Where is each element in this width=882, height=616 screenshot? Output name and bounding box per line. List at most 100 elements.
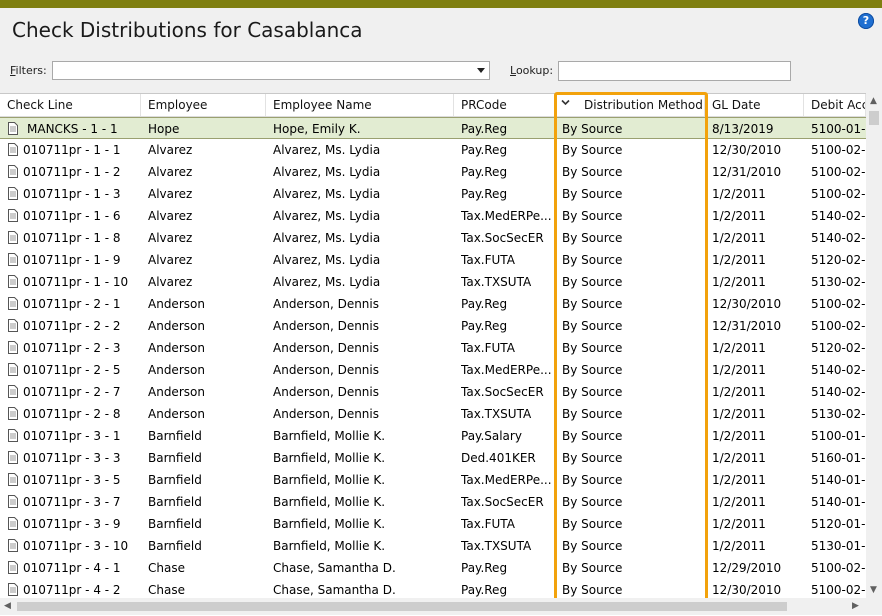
cell-gl-date: 12/31/2010: [712, 319, 782, 333]
cell-employee: Barnfield: [148, 473, 202, 487]
scroll-left-icon[interactable]: ◀: [4, 602, 11, 611]
scroll-down-icon[interactable]: ▼: [870, 586, 877, 595]
scroll-up-icon[interactable]: ▲: [870, 97, 877, 106]
cell-debit-account: 5160-01-: [811, 451, 865, 465]
cell-check-line: 010711pr - 4 - 1: [23, 561, 121, 575]
cell-employee-name: Anderson, Dennis: [273, 319, 379, 333]
column-header-label: PRCode: [461, 98, 507, 112]
cell-prcode: Tax.SocSecER: [461, 495, 544, 509]
document-icon: [8, 253, 18, 266]
cell-distribution-method: By Source: [562, 517, 623, 531]
cell-employee-name: Alvarez, Ms. Lydia: [273, 209, 381, 223]
cell-check-line: 010711pr - 1 - 6: [23, 209, 121, 223]
cell-employee: Anderson: [148, 363, 205, 377]
column-header-prcode[interactable]: PRCode: [454, 94, 555, 116]
column-header-employee[interactable]: Employee: [141, 94, 266, 116]
table-row[interactable]: 010711pr - 1 - 1 Alvarez Alvarez, Ms. Lydi…: [0, 139, 866, 161]
cell-distribution-method: By Source: [562, 341, 623, 355]
table-row[interactable]: 010711pr - 1 - 8 Alvarez Alvarez, Ms. Lydi…: [0, 227, 866, 249]
cell-employee-name: Alvarez, Ms. Lydia: [273, 165, 381, 179]
cell-employee: Anderson: [148, 385, 205, 399]
table-row[interactable]: 010711pr - 2 - 2 Anderson Anderson, Dennis…: [0, 315, 866, 337]
column-header-employee-name[interactable]: Employee Name: [266, 94, 454, 116]
page-title: Check Distributions for Casablanca: [12, 18, 363, 42]
table-row[interactable]: 010711pr - 2 - 7 Anderson Anderson, Dennis…: [0, 381, 866, 403]
table-row[interactable]: 010711pr - 1 - 3 Alvarez Alvarez, Ms. Lydi…: [0, 183, 866, 205]
table-row[interactable]: 010711pr - 2 - 5 Anderson Anderson, Dennis…: [0, 359, 866, 381]
cell-prcode: Pay.Reg: [461, 561, 508, 575]
column-header-label: GL Date: [712, 98, 761, 112]
cell-gl-date: 1/2/2011: [712, 407, 766, 421]
table-row[interactable]: 010711pr - 3 - 9 Barnfield Barnfield, Moll…: [0, 513, 866, 535]
cell-employee-name: Anderson, Dennis: [273, 341, 379, 355]
cell-distribution-method: By Source: [562, 143, 623, 157]
table-row[interactable]: 010711pr - 3 - 10 Barnfield Barnfield, Mol…: [0, 535, 866, 557]
horizontal-scrollbar[interactable]: ◀ ▶: [0, 598, 866, 615]
document-icon: [8, 341, 18, 354]
table-row[interactable]: 010711pr - 3 - 5 Barnfield Barnfield, Moll…: [0, 469, 866, 491]
cell-employee-name: Barnfield, Mollie K.: [273, 517, 386, 531]
column-header-label: Employee: [148, 98, 208, 112]
chevron-down-icon[interactable]: [477, 68, 485, 73]
question-circle-icon[interactable]: ?: [858, 13, 874, 29]
cell-check-line: 010711pr - 3 - 10: [23, 539, 129, 553]
cell-check-line: 010711pr - 2 - 7: [23, 385, 121, 399]
document-icon: [8, 209, 18, 222]
document-icon: [8, 187, 18, 200]
cell-distribution-method: By Source: [562, 473, 623, 487]
cell-distribution-method: By Source: [562, 385, 623, 399]
table-row[interactable]: 010711pr - 3 - 7 Barnfield Barnfield, Moll…: [0, 491, 866, 513]
table-row[interactable]: 010711pr - 2 - 1 Anderson Anderson, Dennis…: [0, 293, 866, 315]
cell-prcode: Pay.Salary: [461, 429, 522, 443]
cell-employee-name: Anderson, Dennis: [273, 385, 379, 399]
document-icon: [8, 561, 18, 574]
distributions-grid: Check Line Employee Employee Name PRCode Dis…: [0, 93, 882, 616]
table-row[interactable]: 010711pr - 1 - 6 Alvarez Alvarez, Ms. Lydi…: [0, 205, 866, 227]
cell-debit-account: 5140-01-: [811, 495, 865, 509]
cell-prcode: Pay.Reg: [461, 143, 508, 157]
column-header-check-line[interactable]: Check Line: [0, 94, 141, 116]
cell-employee: Alvarez: [148, 275, 193, 289]
cell-employee: Anderson: [148, 319, 205, 333]
cell-debit-account: 5140-02-: [811, 209, 865, 223]
horizontal-scroll-thumb[interactable]: [17, 602, 787, 611]
table-row[interactable]: 010711pr - 1 - 10 Alvarez Alvarez, Ms. Lyd…: [0, 271, 866, 293]
table-row[interactable]: 010711pr - 2 - 8 Anderson Anderson, Dennis…: [0, 403, 866, 425]
column-header-gl-date[interactable]: GL Date: [705, 94, 804, 116]
cell-prcode: Tax.TXSUTA: [461, 275, 532, 289]
cell-debit-account: 5130-02-: [811, 275, 865, 289]
filters-dropdown[interactable]: [52, 61, 490, 80]
table-row[interactable]: 010711pr - 1 - 9 Alvarez Alvarez, Ms. Lydi…: [0, 249, 866, 271]
sort-descending-icon: [561, 99, 570, 106]
cell-employee: Barnfield: [148, 429, 202, 443]
cell-gl-date: 1/2/2011: [712, 473, 766, 487]
lookup-input[interactable]: [558, 61, 791, 81]
table-row[interactable]: MANCKS - 1 - 1 Hope Hope, Emily K. Pay.Reg B…: [0, 117, 866, 139]
cell-prcode: Tax.TXSUTA: [461, 407, 532, 421]
cell-debit-account: 5100-02-: [811, 561, 865, 575]
cell-check-line: 010711pr - 1 - 9: [23, 253, 121, 267]
document-icon: [8, 122, 18, 135]
table-row[interactable]: 010711pr - 2 - 3 Anderson Anderson, Dennis…: [0, 337, 866, 359]
table-row[interactable]: 010711pr - 4 - 1 Chase Chase, Samantha D. P…: [0, 557, 866, 579]
column-header-distribution-method[interactable]: Distribution Method: [555, 94, 705, 116]
cell-employee-name: Anderson, Dennis: [273, 363, 379, 377]
cell-employee-name: Barnfield, Mollie K.: [273, 451, 386, 465]
vertical-scrollbar[interactable]: ▲: [866, 93, 882, 598]
cell-employee: Alvarez: [148, 231, 193, 245]
cell-gl-date: 12/30/2010: [712, 143, 782, 157]
table-row[interactable]: 010711pr - 1 - 2 Alvarez Alvarez, Ms. Lydi…: [0, 161, 866, 183]
vertical-scroll-thumb[interactable]: [869, 111, 879, 125]
document-icon: [8, 495, 18, 508]
cell-gl-date: 1/2/2011: [712, 253, 766, 267]
document-icon: [8, 143, 18, 156]
scroll-right-icon[interactable]: ▶: [852, 602, 859, 611]
column-header-debit-account[interactable]: Debit Acc: [804, 94, 866, 116]
table-row[interactable]: 010711pr - 3 - 3 Barnfield Barnfield, Moll…: [0, 447, 866, 469]
cell-check-line: 010711pr - 1 - 2: [23, 165, 121, 179]
table-row[interactable]: 010711pr - 3 - 1 Barnfield Barnfield, Moll…: [0, 425, 866, 447]
cell-gl-date: 1/2/2011: [712, 209, 766, 223]
cell-prcode: Ded.401KER: [461, 451, 536, 465]
cell-prcode: Tax.FUTA: [461, 253, 515, 267]
cell-check-line: 010711pr - 2 - 2: [23, 319, 121, 333]
